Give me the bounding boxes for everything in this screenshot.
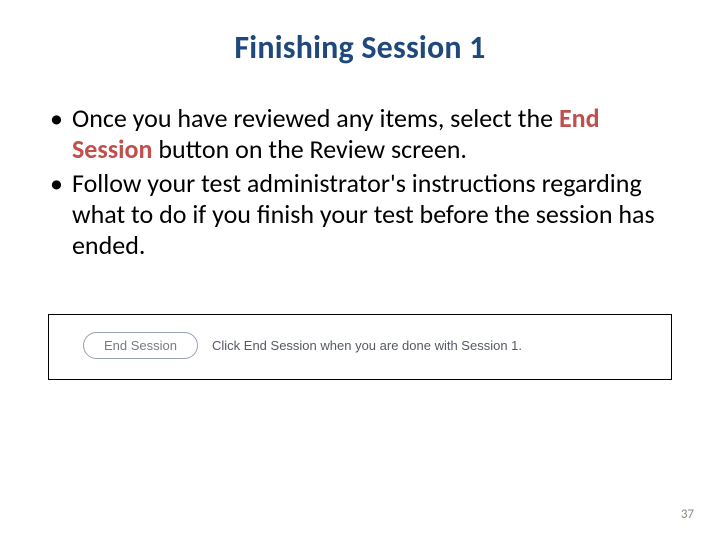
- slide-title: Finishing Session 1: [48, 28, 672, 67]
- bullet-list: Once you have reviewed any items, select…: [48, 103, 672, 260]
- end-session-hint: Click End Session when you are done with…: [212, 338, 522, 353]
- screenshot-figure: End Session Click End Session when you a…: [48, 314, 672, 380]
- screenshot-row: End Session Click End Session when you a…: [59, 325, 661, 365]
- end-session-button[interactable]: End Session: [83, 332, 198, 359]
- page-number: 37: [681, 507, 694, 522]
- bullet-item-1: Once you have reviewed any items, select…: [72, 103, 672, 164]
- slide: Finishing Session 1 Once you have review…: [0, 0, 720, 540]
- bullet-1-post: button on the Review screen.: [152, 133, 467, 165]
- bullet-1-pre: Once you have reviewed any items, select…: [72, 102, 559, 134]
- bullet-item-2: Follow your test administrator's instruc…: [72, 168, 672, 260]
